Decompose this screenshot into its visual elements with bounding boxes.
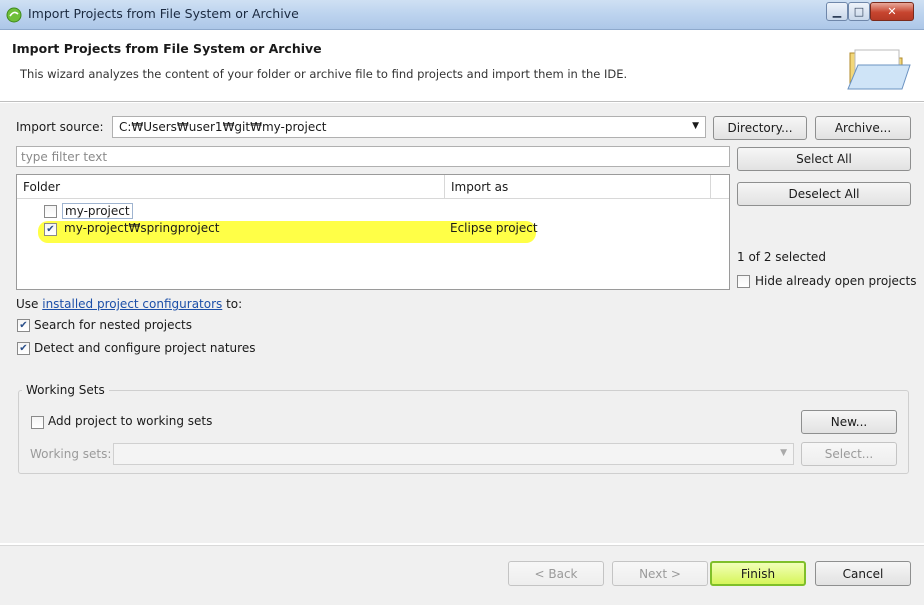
add-to-working-sets-label: Add project to working sets [48,414,213,428]
next-button[interactable]: Next > [612,561,708,586]
directory-button[interactable]: Directory... [713,116,807,140]
column-header-folder[interactable]: Folder [17,175,445,199]
import-source-combo[interactable]: C:₩Users₩user1₩git₩my-project ▼ [112,116,706,138]
select-all-button[interactable]: Select All [737,147,911,171]
checkmark-icon: ✔ [19,320,28,331]
row-folder: my-project [62,203,133,219]
row-import-as: Eclipse project [450,221,538,235]
finish-button[interactable]: Finish [710,561,806,586]
checkmark-icon: ✔ [19,343,28,354]
deselect-all-button[interactable]: Deselect All [737,182,911,206]
chevron-down-icon[interactable]: ▼ [692,121,699,131]
maximize-button[interactable]: □ [848,2,870,21]
wizard-description: This wizard analyzes the content of your… [20,67,628,81]
minimize-button[interactable]: ▁ [826,2,848,21]
table-row[interactable]: ✔ my-project₩springproject Eclipse proje… [44,221,644,239]
use-prefix: Use [16,297,43,311]
import-source-value: C:₩Users₩user1₩git₩my-project [119,120,327,134]
detect-natures-label: Detect and configure project natures [34,341,256,355]
open-folder-icon [847,49,911,90]
cancel-button[interactable]: Cancel [815,561,911,586]
window-title: Import Projects from File System or Arch… [28,6,299,21]
row-checkbox[interactable]: ✔ [44,223,57,236]
hide-open-label: Hide already open projects [755,274,917,288]
table-row[interactable]: my-project [44,203,644,221]
nested-projects-label: Search for nested projects [34,318,193,332]
filter-input[interactable]: type filter text [16,146,730,167]
app-icon [6,7,22,23]
working-sets-combo[interactable]: ▼ [113,443,794,465]
close-icon: ✕ [887,5,897,18]
working-sets-title: Working Sets [22,383,109,397]
close-button[interactable]: ✕ [870,2,914,21]
column-header-filler [711,175,729,199]
use-suffix: to: [222,297,243,311]
new-working-set-button[interactable]: New... [801,410,897,434]
add-to-working-sets-checkbox[interactable] [31,416,44,429]
detect-natures-checkbox[interactable]: ✔ [17,342,30,355]
back-button[interactable]: < Back [508,561,604,586]
column-header-import-as[interactable]: Import as [445,175,711,199]
maximize-icon: □ [853,5,865,18]
checkmark-icon: ✔ [46,224,55,235]
minimize-icon: ▁ [832,5,842,18]
wizard-title: Import Projects from File System or Arch… [12,41,322,56]
row-checkbox[interactable] [44,205,57,218]
nested-projects-checkbox[interactable]: ✔ [17,319,30,332]
configurators-line: Use installed project configurators to: [16,297,242,311]
row-folder: my-project₩springproject [64,221,220,235]
chevron-down-icon[interactable]: ▼ [780,448,787,458]
hide-open-checkbox[interactable] [737,275,750,288]
archive-button[interactable]: Archive... [815,116,911,140]
selection-count: 1 of 2 selected [737,250,826,264]
configurators-link[interactable]: installed project configurators [42,297,222,311]
select-working-set-button[interactable]: Select... [801,442,897,466]
working-sets-label: Working sets: [30,447,112,461]
import-source-label: Import source: [16,120,104,134]
